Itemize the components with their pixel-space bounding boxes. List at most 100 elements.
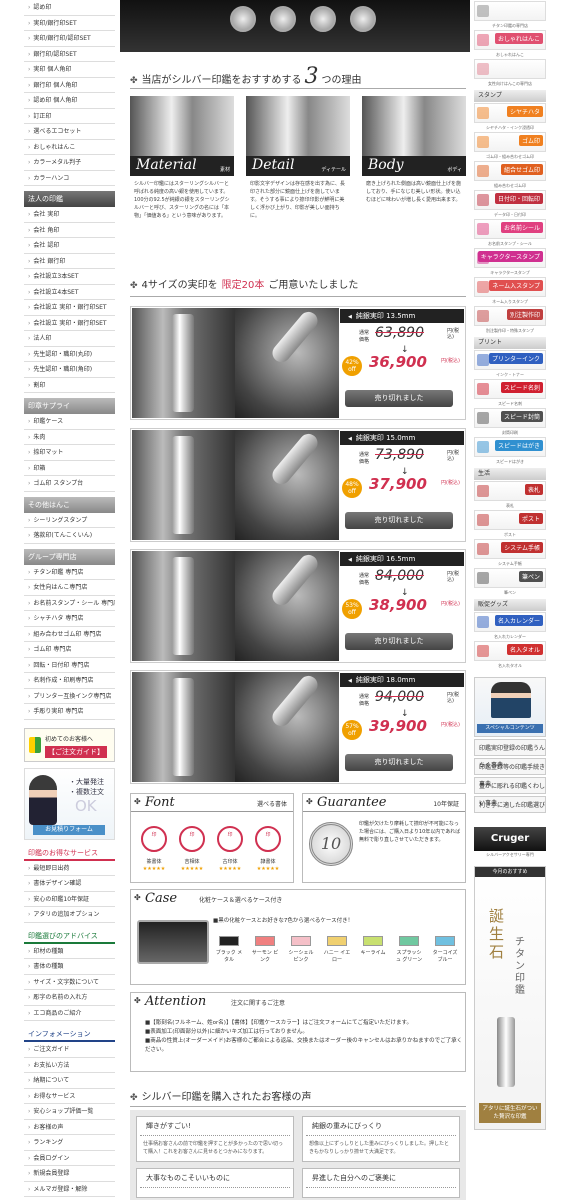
- nav-link[interactable]: 実印/銀行印/認印SET: [24, 31, 115, 47]
- nav-link[interactable]: 組み合わせゴム印 専門店: [24, 626, 115, 642]
- shop-banner[interactable]: 表札: [474, 481, 546, 501]
- nav-link[interactable]: 割印: [24, 377, 115, 393]
- nav-link[interactable]: 先生認印・職印(角印): [24, 362, 115, 378]
- nav-link[interactable]: 回転・日付印 専門店: [24, 657, 115, 673]
- nav-link[interactable]: シーリングスタンプ: [24, 512, 115, 528]
- nav-link[interactable]: 捺印マット: [24, 445, 115, 461]
- nav-link[interactable]: 印箱: [24, 460, 115, 476]
- nav-link[interactable]: 認め印 個人角印: [24, 93, 115, 109]
- estimate-banner-text: ・大量発注 ・複数注文: [69, 777, 104, 797]
- nav-link[interactable]: カラーハンコ: [24, 170, 115, 186]
- shop-banner[interactable]: ポスト: [474, 510, 546, 530]
- shop-banner[interactable]: 名入カレンダー: [474, 612, 546, 632]
- nav-link[interactable]: 会社 角印: [24, 222, 115, 238]
- nav-link[interactable]: ゴム印 専門店: [24, 642, 115, 658]
- nav-link[interactable]: 落款印(てんこくいん): [24, 528, 115, 544]
- nav-link[interactable]: 安心の印鑑10年保証: [24, 891, 115, 907]
- shop-banner[interactable]: 組合せゴム印: [474, 161, 546, 181]
- nav-link[interactable]: お支払い方法: [24, 1057, 115, 1073]
- guide-banner-line1: 初めてのお客様へ: [45, 735, 94, 743]
- nav-link[interactable]: ゴム印 スタンプ台: [24, 476, 115, 492]
- nav-link[interactable]: 最短即日出荷: [24, 860, 115, 876]
- nav-link[interactable]: 会社 実印: [24, 207, 115, 223]
- shop-banner[interactable]: スピード名刺: [474, 379, 546, 399]
- shop-banner[interactable]: スピード封筒: [474, 408, 546, 428]
- birthstone-banner[interactable]: 今月のおすすめ 誕生石 チタン印鑑 アタリに誕生石がついた贅沢な印鑑: [474, 866, 546, 1130]
- nav-link[interactable]: 会社 認印: [24, 238, 115, 254]
- nav-link[interactable]: お名前スタンプ・シール 専門店: [24, 595, 115, 611]
- sold-out-button[interactable]: 売り切れました: [345, 390, 453, 407]
- special-content-link[interactable]: 利き手に適した印鑑選び: [474, 796, 546, 813]
- special-content-link[interactable]: 印鑑登録等の印鑑手続き事典: [474, 758, 546, 788]
- nav-link[interactable]: 銀行印 個人角印: [24, 77, 115, 93]
- shop-banner[interactable]: お名前シール: [474, 219, 546, 239]
- special-content-link[interactable]: 豊かに彫れる印鑑くわしい事典: [474, 777, 546, 807]
- nav-link[interactable]: 法人印: [24, 331, 115, 347]
- sold-out-button[interactable]: 売り切れました: [345, 512, 453, 529]
- nav-link[interactable]: 訂正印: [24, 108, 115, 124]
- shop-banner[interactable]: ネーム入スタンプ: [474, 277, 546, 297]
- nav-link[interactable]: 彫字の名前の入れ方: [24, 990, 115, 1006]
- nav-link[interactable]: 会社設立3本SET: [24, 269, 115, 285]
- nav-link[interactable]: 書体デザイン確認: [24, 876, 115, 892]
- estimate-banner[interactable]: ・大量発注 ・複数注文 OK お見積りフォーム: [24, 767, 115, 840]
- nav-link[interactable]: お得なサービス: [24, 1088, 115, 1104]
- nav-link[interactable]: 実印/銀行印SET: [24, 15, 115, 31]
- nav-link[interactable]: 納期について: [24, 1073, 115, 1089]
- special-content-link[interactable]: 印鑑実印登録の印鑑うんちく事典: [474, 739, 546, 769]
- shop-banner[interactable]: 名入タオル: [474, 641, 546, 661]
- shop-banner[interactable]: ゴム印: [474, 132, 546, 152]
- shop-banner[interactable]: キャラクタースタンプ: [474, 248, 546, 268]
- nav-link[interactable]: エコ商品のご紹介: [24, 1005, 115, 1021]
- nav-link[interactable]: おしゃれはんこ: [24, 139, 115, 155]
- shop-banner[interactable]: [474, 1, 546, 21]
- nav-link[interactable]: 安心ショップ評価一覧: [24, 1104, 115, 1120]
- shop-banner[interactable]: スピードはがき: [474, 437, 546, 457]
- nav-link[interactable]: 手彫り実印 専門店: [24, 704, 115, 720]
- nav-link[interactable]: 会社 銀行印: [24, 253, 115, 269]
- nav-link[interactable]: 銀行印/認印SET: [24, 46, 115, 62]
- nav-link[interactable]: 会社設立 実印・銀行印SET: [24, 315, 115, 331]
- shop-banner[interactable]: シヤチハタ: [474, 103, 546, 123]
- cruger-banner[interactable]: Cruger: [474, 827, 546, 851]
- nav-link[interactable]: アタリの追加オプション: [24, 907, 115, 923]
- nav-link[interactable]: 会員ログイン: [24, 1150, 115, 1166]
- nav-link[interactable]: 認め印: [24, 0, 115, 16]
- nav-link[interactable]: プリンター互換インク専門店: [24, 688, 115, 704]
- shop-banner[interactable]: プリンターインク: [474, 350, 546, 370]
- nav-link[interactable]: 印鑑ケース: [24, 414, 115, 430]
- nav-link[interactable]: 印材の種類: [24, 943, 115, 959]
- group-nav: チタン印鑑 専門店女性向はんこ専門店お名前スタンプ・シール 専門店シャチハタ 専…: [24, 564, 115, 720]
- nav-link[interactable]: チタン印鑑 専門店: [24, 564, 115, 580]
- sold-out-button[interactable]: 売り切れました: [345, 754, 453, 771]
- nav-link[interactable]: 選べるエコセット: [24, 124, 115, 140]
- shop-banner[interactable]: システム手帳: [474, 539, 546, 559]
- shop-banner[interactable]: おしゃれはんこ: [474, 30, 546, 50]
- nav-link[interactable]: シャチハタ 専門店: [24, 611, 115, 627]
- nav-link[interactable]: 書体の種類: [24, 959, 115, 975]
- nav-link[interactable]: サイズ・文字数について: [24, 974, 115, 990]
- shop-banner[interactable]: 別注製作印: [474, 306, 546, 326]
- shop-banner[interactable]: 筆ペン: [474, 568, 546, 588]
- sold-out-button[interactable]: 売り切れました: [345, 633, 453, 650]
- nav-link[interactable]: 名刺作成・印刷専門店: [24, 673, 115, 689]
- nav-link[interactable]: ご注文ガイド: [24, 1042, 115, 1058]
- estimate-form-button[interactable]: お見積りフォーム: [33, 824, 105, 835]
- nav-link[interactable]: 朱肉: [24, 429, 115, 445]
- shop-banner[interactable]: 日付印・回転印: [474, 190, 546, 210]
- nav-link[interactable]: 会社設立4本SET: [24, 284, 115, 300]
- nav-link[interactable]: お客様の声: [24, 1119, 115, 1135]
- special-contents-banner[interactable]: スペシャルコンテンツ: [474, 677, 546, 737]
- nav-link[interactable]: 実印 個人角印: [24, 62, 115, 78]
- nav-link[interactable]: 新規会員登録: [24, 1166, 115, 1182]
- nav-link[interactable]: 先生認印・職印(丸印): [24, 346, 115, 362]
- shop-banner[interactable]: [474, 59, 546, 79]
- nav-link[interactable]: ランキング: [24, 1135, 115, 1151]
- shop-banner-label: ポスト: [518, 513, 543, 524]
- order-guide-banner[interactable]: 初めてのお客様へ 【ご注文ガイド】: [24, 727, 115, 762]
- nav-link[interactable]: 女性向はんこ専門店: [24, 580, 115, 596]
- nav-link[interactable]: メルマガ登録・解除: [24, 1181, 115, 1197]
- nav-link[interactable]: カラーメタル判子: [24, 155, 115, 171]
- shop-banner-caption: ポスト: [504, 532, 516, 537]
- nav-link[interactable]: 会社設立 実印・銀行印SET: [24, 300, 115, 316]
